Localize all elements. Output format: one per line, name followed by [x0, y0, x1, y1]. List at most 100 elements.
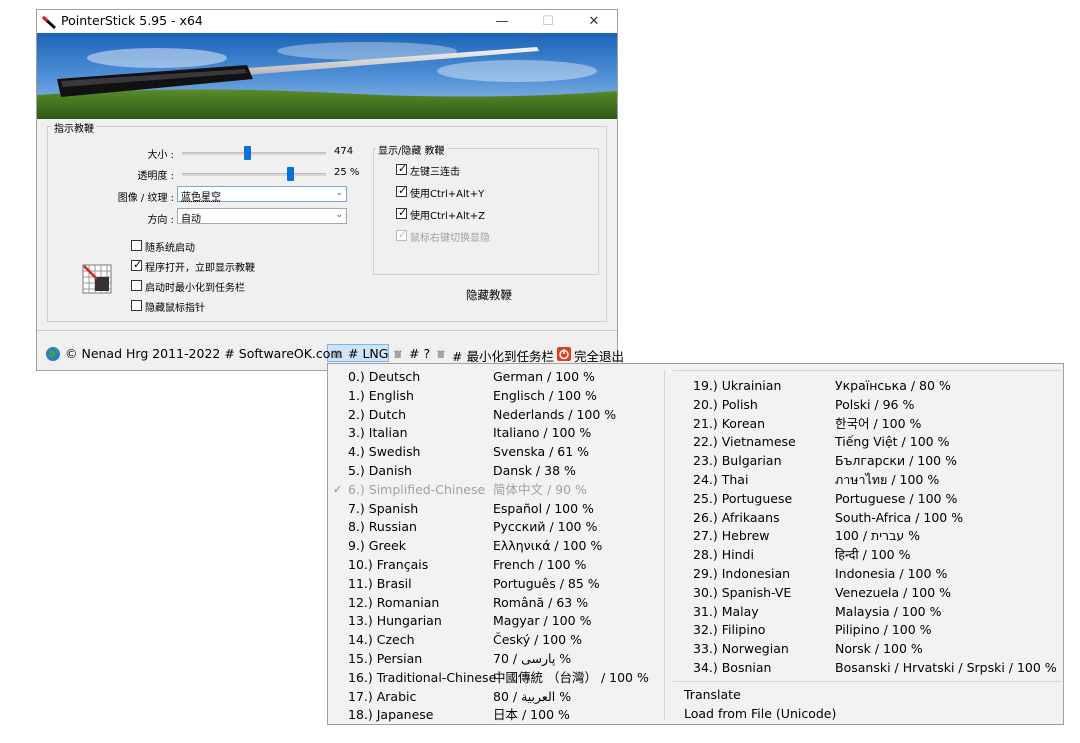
language-menu-item[interactable]: 26.) Afrikaans South-Africa / 100 %	[673, 509, 1003, 527]
language-name: 30.) Spanish-VE	[693, 584, 792, 600]
size-slider-thumb[interactable]	[243, 146, 251, 160]
language-menu-item[interactable]: 28.) Hindi हिन्दी / 100 %	[673, 546, 1003, 564]
transparency-slider[interactable]	[182, 173, 326, 176]
pointer-group-label: 指示教鞭	[52, 120, 96, 135]
title-bar[interactable]: PointerStick 5.95 - x64 — ☐ ✕	[37, 10, 617, 33]
menu-column-separator	[664, 370, 665, 720]
language-menu-item[interactable]: 31.) Malay Malaysia / 100 %	[673, 603, 1003, 621]
language-native-name: 70 / پارسی %	[493, 651, 572, 666]
language-menu-item[interactable]: 4.) Swedish Svenska / 61 %	[328, 443, 658, 461]
autostart-checkbox[interactable]	[131, 240, 142, 251]
right-click-toggle-checkbox[interactable]: ✓	[396, 228, 408, 241]
language-name: 29.) Indonesian	[693, 566, 791, 581]
check-icon: ✓	[133, 258, 143, 271]
language-menu-item[interactable]: 32.) Filipino Pilipino / 100 %	[673, 621, 1003, 639]
language-menu-item[interactable]: 19.) Ukrainian Українська / 80 %	[673, 377, 1003, 395]
language-menu-item[interactable]: 15.) Persian 70 / پارسی %	[328, 650, 658, 668]
show-on-open-checkbox[interactable]: ✓	[131, 258, 143, 271]
direction-select[interactable]: 自动 ⌄	[177, 208, 347, 225]
language-menu-item[interactable]: 5.) Danish Dansk / 38 %	[328, 462, 658, 480]
ctrl-alt-z-checkbox[interactable]: ✓	[396, 206, 408, 219]
language-menu-item[interactable]: 22.) Vietnamese Tiếng Việt / 100 %	[673, 433, 1003, 451]
language-native-name: Svenska / 61 %	[493, 444, 590, 460]
ctrl-alt-z-label: 使用Ctrl+Alt+Z	[410, 211, 485, 222]
minimize-button[interactable]: —	[479, 10, 525, 33]
maximize-button[interactable]: ☐	[525, 10, 571, 33]
transparency-value: 25 %	[334, 167, 360, 178]
hide-cursor-checkbox[interactable]	[131, 300, 142, 311]
language-native-name: Tiếng Việt / 100 %	[835, 434, 950, 450]
language-native-name: 80 / العربية %	[493, 688, 572, 704]
language-name: 32.) Filipino	[693, 622, 766, 638]
language-name: 7.) Spanish	[348, 500, 419, 516]
language-menu-item[interactable]: 21.) Korean 한국어 / 100 %	[673, 415, 1003, 433]
language-native-name: Українська / 80 %	[835, 378, 951, 393]
language-menu-item[interactable]: 17.) Arabic 80 / العربية %	[328, 688, 658, 706]
size-slider[interactable]	[182, 152, 326, 155]
language-menu-item[interactable]: 11.) Brasil Português / 85 %	[328, 575, 658, 593]
check-icon: ✓	[333, 482, 343, 496]
language-menu-item[interactable]: 10.) Français French / 100 %	[328, 556, 658, 574]
language-name: 26.) Afrikaans	[693, 509, 780, 525]
texture-select[interactable]: 蓝色星空 ⌄	[177, 186, 347, 203]
check-icon: ✓	[398, 184, 408, 197]
language-menu-item[interactable]: 9.) Greek Ελληνικά / 100 %	[328, 537, 658, 555]
size-label: 大小 :	[147, 150, 174, 161]
check-icon: ✓	[398, 228, 408, 241]
texture-label: 图像 / 纹理 :	[117, 193, 174, 204]
transparency-slider-thumb[interactable]	[287, 167, 294, 181]
language-menu-item[interactable]: 33.) Norwegian Norsk / 100 %	[673, 640, 1003, 658]
language-native-name: Englisch / 100 %	[493, 387, 597, 403]
direction-select-value: 自动	[181, 214, 201, 225]
language-menu-item[interactable]: 2.) Dutch Nederlands / 100 %	[328, 406, 658, 424]
language-native-name: 中國傳統 （台灣） / 100 %	[493, 669, 649, 685]
ctrl-alt-y-checkbox[interactable]: ✓	[396, 184, 408, 197]
language-menu-item[interactable]: 0.) Deutsch German / 100 %	[328, 368, 658, 386]
language-menu-item[interactable]: 8.) Russian Русский / 100 %	[328, 518, 658, 536]
triple-click-checkbox[interactable]: ✓	[396, 162, 407, 175]
language-name: 14.) Czech	[348, 632, 415, 648]
language-native-name: Español / 100 %	[493, 500, 594, 516]
language-name: 21.) Korean	[693, 415, 766, 431]
language-name: 0.) Deutsch	[348, 369, 421, 384]
language-menu-item[interactable]: 13.) Hungarian Magyar / 100 %	[328, 612, 658, 630]
language-menu-item[interactable]: 14.) Czech Český / 100 %	[328, 631, 658, 649]
language-native-name: Dansk / 38 %	[493, 463, 576, 478]
language-name: 8.) Russian	[348, 519, 417, 535]
hide-pointer-button[interactable]: 隐藏教鞭	[466, 287, 512, 303]
language-menu-item[interactable]: 7.) Spanish Español / 100 %	[328, 500, 658, 518]
language-menu-item[interactable]: 18.) Japanese 日本 / 100 %	[328, 706, 658, 724]
language-menu-item[interactable]: 12.) Romanian Română / 63 %	[328, 594, 658, 612]
language-name: 17.) Arabic	[348, 688, 417, 704]
language-native-name: Indonesia / 100 %	[835, 566, 948, 581]
language-menu-item[interactable]: ✓ 6.) Simplified-Chinese 简体中文 / 90 %	[328, 481, 658, 499]
language-menu-item[interactable]: 34.) Bosnian Bosanski / Hrvatski / Srpski…	[673, 659, 1057, 677]
copyright-link[interactable]: © Nenad Hrg 2011-2022 # SoftwareOK.com	[65, 346, 343, 361]
triple-click-label: 左键三连击	[410, 167, 460, 178]
language-menu-item[interactable]: 3.) Italian Italiano / 100 %	[328, 424, 658, 442]
language-menu-item[interactable]: 20.) Polish Polski / 96 %	[673, 396, 1003, 414]
language-native-name: Pilipino / 100 %	[835, 622, 932, 638]
help-menu-button[interactable]: # ?	[409, 346, 430, 361]
transparency-label: 透明度 :	[137, 171, 174, 182]
language-native-name: हिन्दी / 100 %	[835, 547, 911, 563]
language-menu-item[interactable]: 30.) Spanish-VE Venezuela / 100 %	[673, 584, 1003, 602]
language-name: 34.) Bosnian	[693, 660, 772, 675]
lng-menu-button[interactable]: # LNG	[348, 346, 388, 361]
language-menu-item[interactable]: 29.) Indonesian Indonesia / 100 %	[673, 565, 1003, 583]
language-menu-item[interactable]: 25.) Portuguese Portuguese / 100 %	[673, 490, 1003, 508]
toggle-group-label: 显示/隐藏 教鞭	[376, 142, 447, 157]
start-minimized-checkbox[interactable]	[131, 280, 142, 291]
language-menu-item[interactable]: 27.) Hebrew 100 / עברית %	[673, 527, 1003, 545]
load-from-file-label: Load from File (Unicode)	[684, 706, 837, 721]
check-icon: ✓	[398, 206, 408, 219]
language-menu-item[interactable]: 1.) English Englisch / 100 %	[328, 387, 658, 405]
close-button[interactable]: ✕	[571, 10, 617, 33]
pointer-group: 指示教鞭 大小 : 474 透明度 : 25 % 图像 / 纹理 : 蓝色星空 …	[47, 120, 607, 322]
language-menu-item[interactable]: 16.) Traditional-Chinese 中國傳統 （台灣） / 100 …	[328, 669, 658, 687]
language-menu-item[interactable]: 23.) Bulgarian Български / 100 %	[673, 452, 1003, 470]
language-menu-item[interactable]: 24.) Thai ภาษาไทย / 100 %	[673, 471, 1003, 489]
grid-pointer-icon	[82, 264, 112, 294]
lng-menu-icon: ⩸	[333, 346, 341, 361]
language-name: 19.) Ukrainian	[693, 378, 782, 393]
